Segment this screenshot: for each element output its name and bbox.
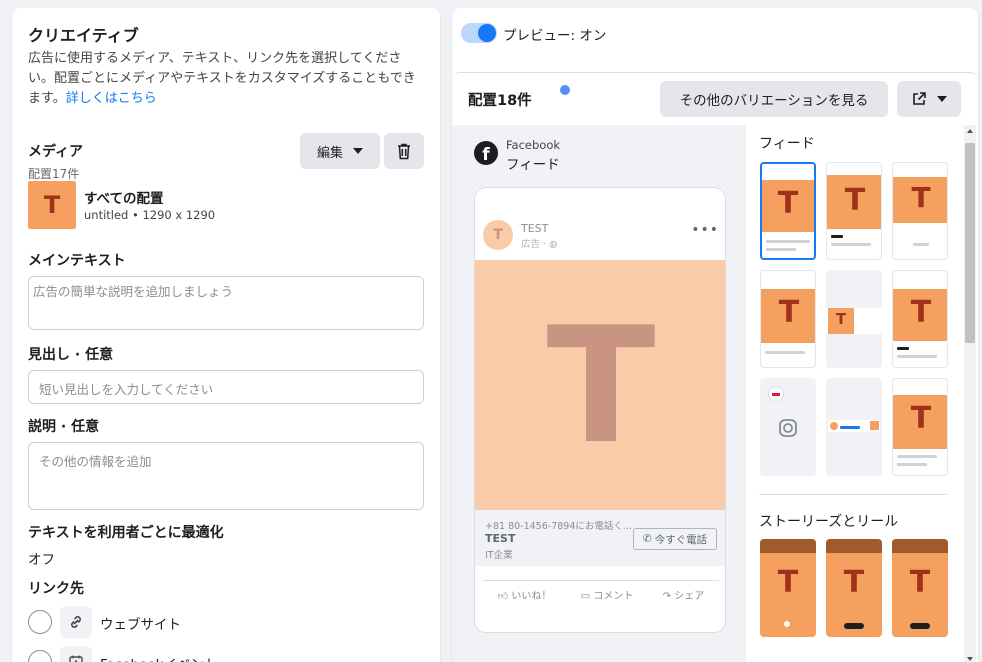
placement-thumb[interactable]: T <box>892 162 948 260</box>
placement-label: フィード <box>506 157 560 173</box>
stories-section-title: ストーリーズとリール <box>759 514 899 530</box>
main-text-label: メインテキスト <box>28 253 126 269</box>
delete-button[interactable] <box>384 133 424 169</box>
ad-image: T <box>475 260 725 510</box>
ad-header: T TEST 広告 · ◍ ••• <box>475 210 725 260</box>
story-thumb[interactable]: T <box>760 539 816 637</box>
comment-icon: ▭ <box>580 591 591 602</box>
event-icon <box>60 646 92 662</box>
share-menu-button[interactable] <box>897 81 961 117</box>
comment-button[interactable]: ▭ コメント <box>581 587 634 602</box>
cta-label: 今すぐ電話 <box>654 533 708 546</box>
placement-thumb[interactable]: T <box>760 270 816 368</box>
creative-title: クリエイティブ <box>28 26 139 45</box>
placement-thumb[interactable]: T <box>892 270 948 368</box>
cta-button[interactable]: ✆ 今すぐ電話 <box>633 528 717 550</box>
grid-scrollbar[interactable] <box>964 125 976 662</box>
like-button[interactable]: 👍︎ いいね！ <box>498 587 552 602</box>
trash-icon <box>398 143 410 159</box>
optimize-label: テキストを利用者ごとに最適化 <box>28 525 224 541</box>
edit-label: 編集 <box>316 145 343 161</box>
link-title: TEST <box>485 532 516 545</box>
website-label: ウェブサイト <box>100 617 181 633</box>
radio-website[interactable] <box>28 610 52 634</box>
feed-section-title: フィード <box>759 136 815 152</box>
media-thumbnail[interactable]: T <box>28 181 76 229</box>
placement-thumb[interactable]: T <box>892 378 948 476</box>
preview-panel: プレビュー: オン 配置18件 その他のバリエーションを見る f Faceboo… <box>452 8 978 662</box>
placements-count: 配置18件 <box>468 93 532 109</box>
scrollbar-thumb[interactable] <box>965 143 975 343</box>
phone-icon: ✆ <box>642 533 652 545</box>
main-text-input[interactable]: 広告の簡単な説明を追加しましょう <box>28 276 424 330</box>
globe-icon: ◍ <box>549 239 558 250</box>
page-avatar: T <box>483 220 513 250</box>
platform-label: Facebook <box>506 138 561 152</box>
headline-placeholder: 短い見出しを入力してください <box>39 382 214 397</box>
preview-toggle-label: プレビュー: オン <box>503 28 607 44</box>
event-label: Facebookイベント <box>100 653 217 662</box>
placement-thumb[interactable]: T <box>760 162 816 260</box>
caret-down-icon <box>353 148 363 154</box>
description-label: 説明 · 任意 <box>28 419 100 435</box>
description-placeholder: その他の情報を追加 <box>39 454 152 469</box>
scroll-up-icon[interactable] <box>967 129 973 133</box>
learn-more-link[interactable]: 詳しくはこちら <box>66 91 157 106</box>
link-caption: +81 80-1456-7894にお電話く... <box>485 521 632 532</box>
instagram-icon <box>779 419 797 437</box>
ad-image-letter: T <box>546 291 656 479</box>
placement-thumb[interactable] <box>760 378 816 476</box>
link-sub: IT企業 <box>485 550 513 561</box>
media-section: メディア 配置17件 編集 T すべての配置 untitled • 1290 x… <box>28 133 424 233</box>
story-thumb[interactable]: T <box>826 539 882 637</box>
placement-grid: フィード T T T T T T T ストーリーズとリール T T T <box>746 125 978 662</box>
story-thumb[interactable]: T <box>892 539 948 637</box>
main-text-placeholder: 広告の簡単な説明を追加しましょう <box>33 284 234 299</box>
destination-option-event[interactable]: Facebookイベント <box>28 642 424 662</box>
thumbs-up-icon: 👍︎ <box>497 591 509 602</box>
preview-toggle[interactable] <box>461 23 497 43</box>
placement-thumb[interactable]: T <box>826 162 882 260</box>
external-link-icon <box>913 92 926 105</box>
ad-preview-area: f Facebook フィード T TEST 広告 · ◍ ••• T +81 … <box>452 125 746 662</box>
thumbnail-letter: T <box>43 191 61 219</box>
toggle-knob <box>478 24 496 42</box>
edit-button[interactable]: 編集 <box>300 133 380 169</box>
facebook-icon: f <box>474 141 498 165</box>
ad-page-name: TEST <box>521 222 549 235</box>
creative-description: 広告に使用するメディア、テキスト、リンク先を選択してください。配置ごとにメディア… <box>28 51 416 106</box>
preview-card: 配置18件 その他のバリエーションを見る f Facebook フィード T T… <box>452 72 978 662</box>
headline-input[interactable]: 短い見出しを入力してください <box>28 370 424 404</box>
blocked-icon <box>768 386 784 402</box>
ad-mockup: T TEST 広告 · ◍ ••• T +81 80-1456-7894にお電話… <box>474 187 726 633</box>
reaction-bar: 👍︎ いいね！ ▭ コメント ↷ シェア <box>483 580 719 608</box>
share-icon: ↷ <box>662 591 672 602</box>
caret-down-icon <box>937 96 947 102</box>
headline-label: 見出し · 任意 <box>28 347 114 363</box>
creative-panel: クリエイティブ 広告に使用するメディア、テキスト、リンク先を選択してください。配… <box>12 8 440 662</box>
share-button[interactable]: ↷ シェア <box>663 587 705 602</box>
media-item-title: すべての配置 <box>84 191 164 207</box>
media-item-meta: untitled • 1290 x 1290 <box>84 208 216 222</box>
variations-label: その他のバリエーションを見る <box>679 93 869 109</box>
status-dot <box>560 85 570 95</box>
radio-event[interactable] <box>28 650 52 662</box>
link-section: +81 80-1456-7894にお電話く... TEST IT企業 ✆ 今すぐ電… <box>475 510 725 566</box>
link-icon <box>60 606 92 638</box>
destination-option-website[interactable]: ウェブサイト <box>28 602 424 642</box>
description-input[interactable]: その他の情報を追加 <box>28 442 424 510</box>
placement-thumb[interactable]: T <box>826 270 882 368</box>
placement-thumb[interactable] <box>826 378 882 476</box>
optimize-value: オフ <box>28 552 55 568</box>
destination-label: リンク先 <box>28 581 84 597</box>
ad-sponsored: 広告 · ◍ <box>521 239 558 250</box>
section-divider <box>759 494 947 495</box>
variations-button[interactable]: その他のバリエーションを見る <box>660 81 888 117</box>
more-icon[interactable]: ••• <box>691 222 719 238</box>
scroll-down-icon[interactable] <box>967 657 973 661</box>
